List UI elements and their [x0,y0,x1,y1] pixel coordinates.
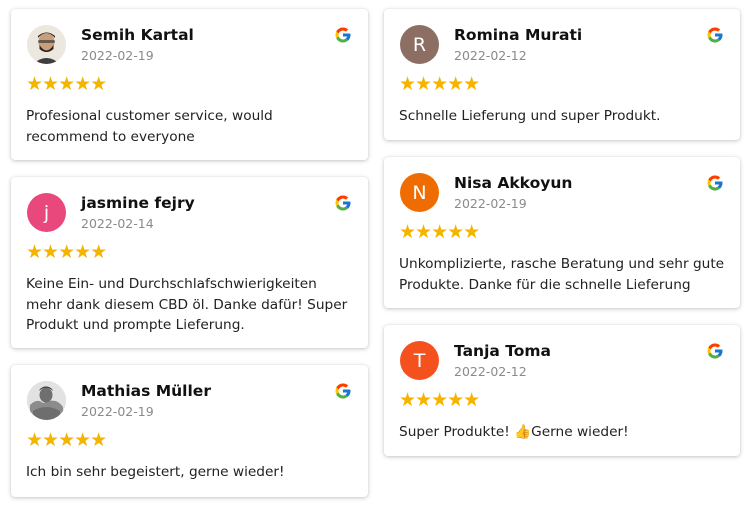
google-g-icon [335,195,351,211]
review-text: Profesional customer service, would reco… [26,108,273,145]
reviewer-name: Nisa Akkoyun [454,174,573,192]
review-card-tanja-toma: T Tanja Toma 2022-02-12 ★★★★★ Super Prod… [384,325,740,456]
google-g-icon [707,27,723,43]
review-date: 2022-02-19 [81,48,154,63]
avatar-letter: j [43,201,50,224]
google-g-icon [335,27,351,43]
review-date: 2022-02-12 [454,364,527,379]
star-rating: ★★★★★ [26,241,107,263]
avatar [27,25,66,64]
reviewer-name: Semih Kartal [81,26,194,44]
star-rating: ★★★★★ [399,389,480,411]
avatar-photo-icon [27,25,66,64]
avatar-letter: N [412,181,427,204]
review-card-nisa-akkoyun: N Nisa Akkoyun 2022-02-19 ★★★★★ Unkompli… [384,157,740,308]
reviewer-name: Romina Murati [454,26,583,44]
avatar-letter: R [412,33,427,56]
review-date: 2022-02-19 [454,196,527,211]
google-g-icon [707,175,723,191]
avatar-photo-icon [27,381,66,420]
review-card-jasmine-fejry: j jasmine fejry 2022-02-14 ★★★★★ Keine E… [11,177,368,348]
avatar: N [400,173,439,212]
star-rating: ★★★★★ [26,429,107,451]
review-card-romina-murati: R Romina Murati 2022-02-12 ★★★★★ Schnell… [384,9,740,140]
avatar: T [400,341,439,380]
review-text: Ich bin sehr begeistert, gerne wieder! [26,464,285,480]
reviewer-name: Mathias Müller [81,382,211,400]
review-card-semih-kartal: Semih Kartal 2022-02-19 ★★★★★ Profesiona… [11,9,368,160]
review-text: Super Produkte! 👍Gerne wieder! [399,424,629,440]
review-card-mathias-mueller: Mathias Müller 2022-02-19 ★★★★★ Ich bin … [11,365,368,497]
avatar: j [27,193,66,232]
star-rating: ★★★★★ [26,73,107,95]
star-rating: ★★★★★ [399,73,480,95]
review-date: 2022-02-19 [81,404,154,419]
review-text: Keine Ein- und Durchschlafschwierigkeite… [26,276,348,333]
reviewer-name: jasmine fejry [81,194,195,212]
google-g-icon [335,383,351,399]
review-date: 2022-02-12 [454,48,527,63]
review-text: Unkomplizierte, rasche Beratung und sehr… [399,256,725,293]
avatar-letter: T [413,349,426,372]
star-rating: ★★★★★ [399,221,480,243]
review-text: Schnelle Lieferung und super Produkt. [399,108,661,124]
avatar: R [400,25,439,64]
google-g-icon [707,343,723,359]
avatar [27,381,66,420]
reviewer-name: Tanja Toma [454,342,552,360]
review-date: 2022-02-14 [81,216,154,231]
